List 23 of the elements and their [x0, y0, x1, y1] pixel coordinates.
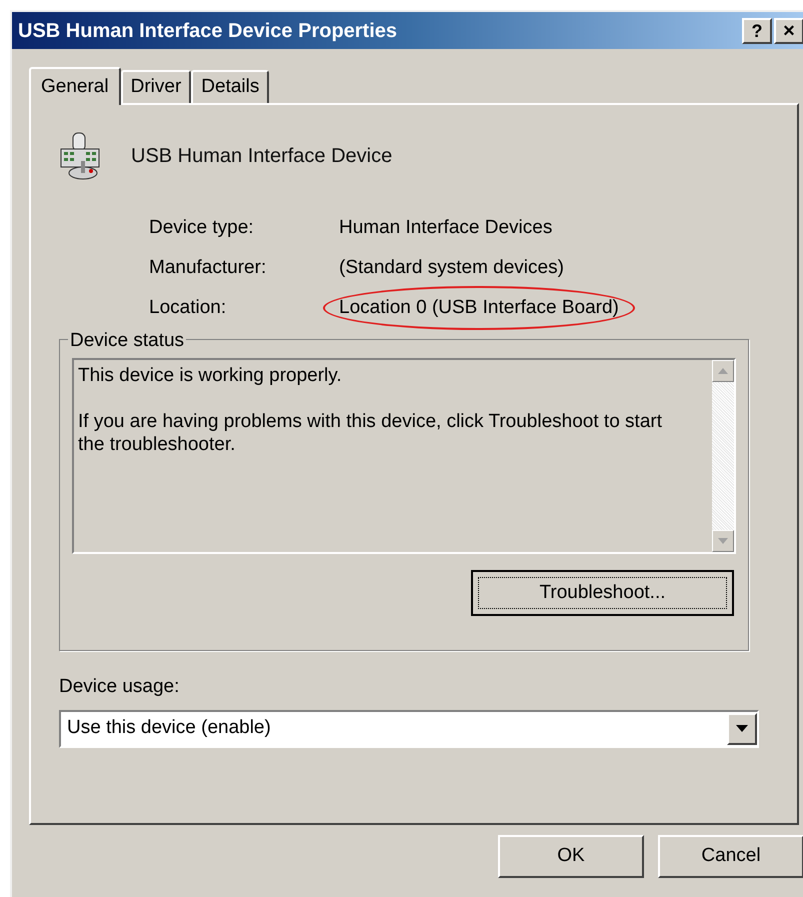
tab[interactable]: General [29, 67, 121, 105]
property-value: Location 0 (USB Interface Board) [339, 296, 619, 318]
scroll-up-icon[interactable] [712, 360, 734, 382]
scroll-down-icon[interactable] [712, 530, 734, 552]
scrollbar[interactable] [712, 360, 734, 552]
troubleshoot-button[interactable]: Troubleshoot... [471, 570, 734, 616]
property-label: Manufacturer: [149, 256, 268, 280]
device-usage-dropdown[interactable]: Use this device (enable) [59, 710, 759, 748]
status-message: If you are having problems with this device, click Troubleshoot to start the troubleshooter. [78, 410, 663, 456]
tab[interactable]: Driver [120, 70, 192, 103]
window-title: USB Human Interface Device Properties [18, 18, 398, 44]
dialog-button[interactable]: Cancel [658, 835, 803, 878]
field-label: Device usage: [59, 675, 180, 699]
property-label: Device type: [149, 216, 255, 240]
device-name: USB Human Interface Device [131, 144, 392, 169]
status-message: This device is working properly. [78, 364, 343, 387]
help-button[interactable]: ? [742, 18, 772, 44]
property-value: (Standard system devices) [339, 256, 564, 280]
close-button[interactable]: × [774, 18, 803, 44]
property-label: Location: [149, 296, 228, 320]
dialog-button[interactable]: OK [498, 835, 644, 878]
tab[interactable]: Details [191, 70, 270, 103]
property-value: Human Interface Devices [339, 216, 552, 240]
